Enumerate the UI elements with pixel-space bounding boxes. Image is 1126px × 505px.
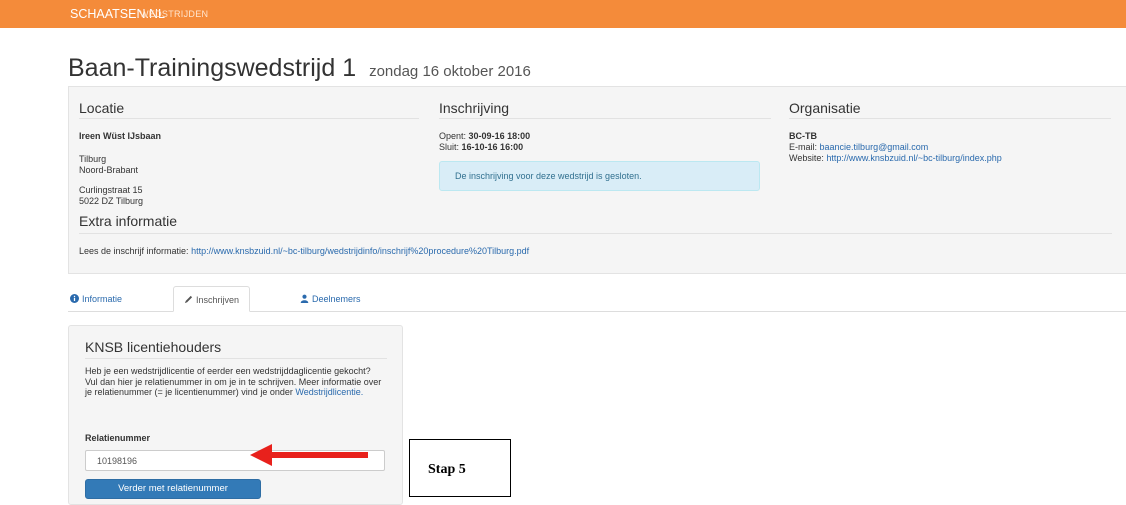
relatienummer-label: Relatienummer	[85, 433, 151, 443]
top-navbar: SCHAATSEN.NL WEDSTRIJDEN	[0, 0, 1126, 28]
pencil-icon	[184, 295, 193, 304]
inschrijving-heading: Inschrijving	[439, 100, 510, 116]
closes-line: Sluit: 16-10-16 16:00	[439, 142, 524, 152]
org-email-link[interactable]: baancie.tilburg@gmail.com	[820, 142, 929, 152]
registration-closed-alert: De inschrijving voor deze wedstrijd is g…	[439, 161, 760, 191]
venue-street: Curlingstraat 15	[79, 185, 143, 195]
page-title: Baan-Trainingswedstrijd 1 zondag 16 okto…	[68, 54, 531, 83]
event-info-well: Locatie Ireen Wüst IJsbaan Tilburg Noord…	[68, 86, 1126, 274]
nav-link-wedstrijden[interactable]: WEDSTRIJDEN	[140, 0, 208, 28]
org-email-line: E-mail: baancie.tilburg@gmail.com	[789, 142, 929, 152]
verder-met-relatienummer-button[interactable]: Verder met relatienummer	[85, 479, 261, 499]
event-date: zondag 16 oktober 2016	[369, 63, 531, 80]
panel-heading: KNSB licentiehouders	[85, 339, 222, 355]
org-name: BC-TB	[789, 131, 817, 141]
tab-informatie[interactable]: Informatie	[70, 286, 122, 312]
closes-value: 16-10-16 16:00	[461, 142, 524, 152]
organisatie-heading: Organisatie	[789, 100, 861, 116]
red-arrow-annotation	[250, 444, 368, 466]
knsb-license-panel: KNSB licentiehouders Heb je een wedstrij…	[68, 325, 403, 505]
tab-informatie-label: Informatie	[82, 294, 123, 304]
venue-postal: 5022 DZ Tilburg	[79, 196, 144, 206]
venue-province: Noord-Brabant	[79, 165, 139, 175]
venue-name: Ireen Wüst IJsbaan	[79, 131, 162, 141]
extra-info-link[interactable]: http://www.knsbzuid.nl/~bc-tilburg/wedst…	[191, 246, 529, 256]
event-name: Baan-Trainingswedstrijd 1	[68, 54, 357, 82]
opens-value: 30-09-16 18:00	[468, 131, 531, 141]
step-label: Stap 5	[409, 439, 511, 497]
tab-inschrijven-label: Inschrijven	[196, 295, 240, 305]
opens-line: Opent: 30-09-16 18:00	[439, 131, 531, 141]
info-circle-icon	[70, 294, 79, 303]
org-website-link[interactable]: http://www.knsbzuid.nl/~bc-tilburg/index…	[826, 153, 1001, 163]
org-website-line: Website: http://www.knsbzuid.nl/~bc-tilb…	[789, 153, 1002, 163]
user-icon	[300, 294, 309, 303]
extra-info-line: Lees de inschrijf informatie: http://www…	[79, 246, 530, 256]
extra-info-heading: Extra informatie	[79, 213, 178, 229]
tab-deelnemers-label: Deelnemers	[312, 294, 361, 304]
wedstrijdlicentie-link[interactable]: Wedstrijdlicentie.	[295, 387, 363, 397]
tab-inschrijven[interactable]: Inschrijven	[173, 286, 251, 312]
locatie-heading: Locatie	[79, 100, 125, 116]
panel-description: Heb je een wedstrijdlicentie of eerder e…	[85, 366, 382, 397]
tab-deelnemers[interactable]: Deelnemers	[300, 286, 361, 312]
venue-city: Tilburg	[79, 154, 107, 164]
